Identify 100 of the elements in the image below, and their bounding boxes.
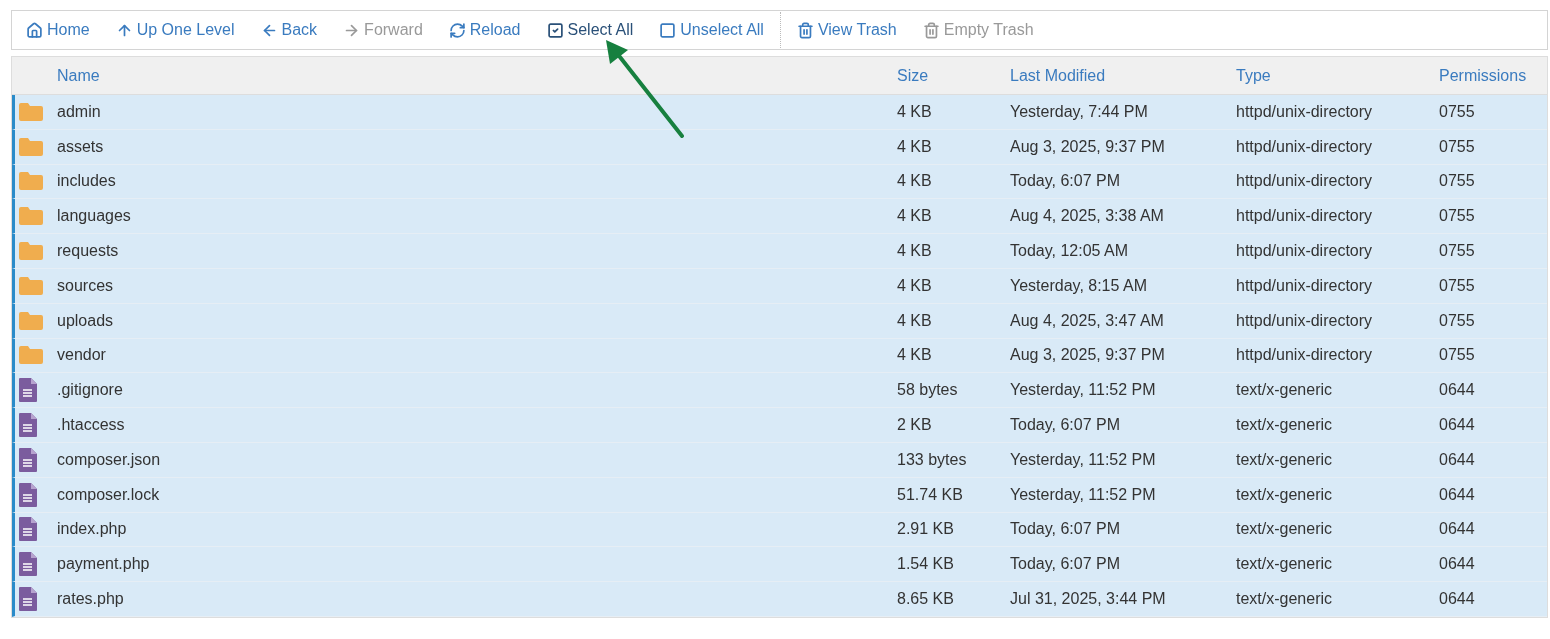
table-cell: 0755 xyxy=(1439,242,1475,260)
table-cell: 0644 xyxy=(1439,485,1475,503)
table-cell: 51.74 KB xyxy=(897,485,963,503)
table-cell: Aug 4, 2025, 3:47 AM xyxy=(1010,311,1164,329)
table-cell: httpd/unix-directory xyxy=(1236,102,1373,120)
table-cell: sources xyxy=(57,276,114,294)
folder-icon xyxy=(19,311,43,330)
folder-icon xyxy=(19,137,43,156)
table-cell: 4 KB xyxy=(897,346,932,364)
table-cell: 0755 xyxy=(1439,137,1475,155)
file-row[interactable]: composer.json 133 bytes Yesterday, 11:52 PM text/x-generic 0644 xyxy=(12,442,1547,478)
table-cell: composer.lock xyxy=(57,485,160,503)
document-icon xyxy=(19,413,37,438)
table-cell: Today, 6:07 PM xyxy=(1010,520,1120,538)
table-cell: 0644 xyxy=(1439,381,1475,399)
table-cell: 4 KB xyxy=(897,102,932,120)
table-cell: Yesterday, 8:15 AM xyxy=(1010,276,1147,294)
table-cell: Aug 3, 2025, 9:37 PM xyxy=(1010,346,1165,364)
table-cell: uploads xyxy=(57,311,114,329)
reload-icon xyxy=(448,21,466,39)
toolbar-button[interactable]: Unselect All xyxy=(659,18,764,42)
toolbar-button[interactable]: Back xyxy=(260,18,318,42)
table-cell: 0755 xyxy=(1439,172,1475,190)
file-row[interactable]: includes 4 KB Today, 6:07 PM httpd/unix-directory 0755 xyxy=(12,164,1547,200)
toolbar-button[interactable]: Up One Level xyxy=(115,18,235,42)
file-row[interactable]: sources 4 KB Yesterday, 8:15 AM httpd/unix-directory 0755 xyxy=(12,269,1547,304)
column-header[interactable]: Last Modified xyxy=(1010,66,1106,84)
table-cell: composer.json xyxy=(57,450,161,468)
table-cell: .htaccess xyxy=(57,416,125,434)
table-cell: 0755 xyxy=(1439,276,1475,294)
table-cell: Yesterday, 11:52 PM xyxy=(1010,381,1156,399)
table-cell: 0755 xyxy=(1439,102,1475,120)
table-cell: 2 KB xyxy=(897,416,932,434)
document-icon xyxy=(19,552,37,577)
folder-icon xyxy=(19,276,43,295)
table-cell: 4 KB xyxy=(897,242,932,260)
column-header[interactable]: Type xyxy=(1236,66,1271,84)
table-cell: 1.54 KB xyxy=(897,555,954,573)
table-cell: Yesterday, 11:52 PM xyxy=(1010,485,1156,503)
table-cell: rates.php xyxy=(57,590,124,608)
file-row[interactable]: requests 4 KB Today, 12:05 AM httpd/unix-directory 0755 xyxy=(12,234,1547,269)
folder-icon xyxy=(19,242,43,261)
table-cell: Aug 4, 2025, 3:38 AM xyxy=(1010,207,1164,225)
home-icon xyxy=(26,21,43,39)
table-cell: text/x-generic xyxy=(1236,416,1333,434)
file-row[interactable]: rates.php 8.65 KB Jul 31, 2025, 3:44 PM text/x-generic 0644 xyxy=(12,582,1547,617)
file-row[interactable]: composer.lock 51.74 KB Yesterday, 11:52 PM text/x-generic 0644 xyxy=(12,477,1547,513)
table-cell: httpd/unix-directory xyxy=(1236,137,1373,155)
column-header[interactable]: Size xyxy=(897,66,929,84)
file-row[interactable]: assets 4 KB Aug 3, 2025, 9:37 PM httpd/unix-directory 0755 xyxy=(12,129,1547,165)
table-cell: 0644 xyxy=(1439,416,1475,434)
table-cell: includes xyxy=(57,172,116,190)
table-cell: 0755 xyxy=(1439,207,1475,225)
table-cell: 4 KB xyxy=(897,172,932,190)
table-cell: 4 KB xyxy=(897,311,932,329)
table-cell: 2.91 KB xyxy=(897,520,954,538)
document-icon xyxy=(19,517,37,542)
table-cell: admin xyxy=(57,102,101,120)
file-row[interactable]: .gitignore 58 bytes Yesterday, 11:52 PM text/x-generic 0644 xyxy=(12,373,1547,409)
document-icon xyxy=(19,378,37,403)
table-cell: 0755 xyxy=(1439,346,1475,364)
empty-box-icon xyxy=(659,21,677,39)
file-row[interactable]: index.php 2.91 KB Today, 6:07 PM text/x-generic 0644 xyxy=(12,512,1547,548)
table-cell: .gitignore xyxy=(57,381,123,399)
table-cell: httpd/unix-directory xyxy=(1236,242,1373,260)
table-cell: httpd/unix-directory xyxy=(1236,346,1373,364)
table-cell: 133 bytes xyxy=(897,450,967,468)
table-cell: Yesterday, 7:44 PM xyxy=(1010,102,1148,120)
file-row[interactable]: admin 4 KB Yesterday, 7:44 PM httpd/unix-directory 0755 xyxy=(12,95,1547,130)
toolbar-button[interactable]: View Trash xyxy=(779,12,897,48)
table-cell: text/x-generic xyxy=(1236,450,1333,468)
trash-icon xyxy=(922,21,940,39)
column-header[interactable]: Name xyxy=(57,66,100,84)
folder-icon xyxy=(19,172,43,191)
table-cell: httpd/unix-directory xyxy=(1236,207,1373,225)
table-cell: Aug 3, 2025, 9:37 PM xyxy=(1010,137,1165,155)
table-cell: httpd/unix-directory xyxy=(1236,311,1373,329)
toolbar-button[interactable]: Reload xyxy=(448,18,521,42)
table-cell: 4 KB xyxy=(897,207,932,225)
table-cell: 0644 xyxy=(1439,555,1475,573)
file-row[interactable]: .htaccess 2 KB Today, 6:07 PM text/x-generic 0644 xyxy=(12,408,1547,443)
folder-icon xyxy=(19,346,43,365)
file-row[interactable]: uploads 4 KB Aug 4, 2025, 3:47 AM httpd/unix-directory 0755 xyxy=(12,303,1547,339)
table-cell: 4 KB xyxy=(897,276,932,294)
trash-icon xyxy=(796,21,814,39)
table-cell: text/x-generic xyxy=(1236,520,1333,538)
file-row[interactable]: languages 4 KB Aug 4, 2025, 3:38 AM httpd/unix-directory 0755 xyxy=(12,199,1547,235)
file-row[interactable]: payment.php 1.54 KB Today, 6:07 PM text/x-generic 0644 xyxy=(12,547,1547,583)
table-cell: requests xyxy=(57,242,119,260)
table-cell: languages xyxy=(57,207,131,225)
table-cell: 4 KB xyxy=(897,137,932,155)
table-cell: Today, 6:07 PM xyxy=(1010,555,1120,573)
column-header[interactable]: Permissions xyxy=(1439,66,1527,84)
table-cell: 58 bytes xyxy=(897,381,958,399)
toolbar-button[interactable]: Select All xyxy=(546,18,634,42)
table-cell: text/x-generic xyxy=(1236,485,1333,503)
table-cell: httpd/unix-directory xyxy=(1236,276,1373,294)
file-row[interactable]: vendor 4 KB Aug 3, 2025, 9:37 PM httpd/unix-directory 0755 xyxy=(12,338,1547,374)
toolbar-button[interactable]: Home xyxy=(26,18,90,42)
table-cell: 0644 xyxy=(1439,520,1475,538)
